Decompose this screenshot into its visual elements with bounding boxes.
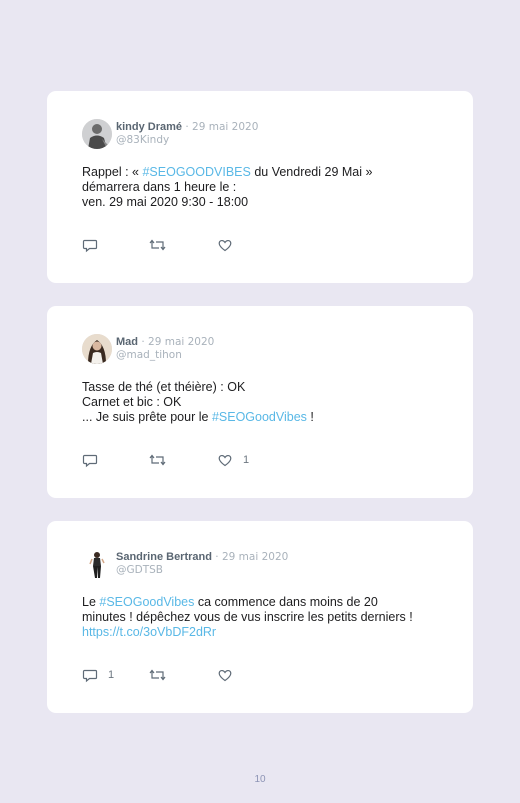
tweet-line: ven. 29 mai 2020 9:30 - 18:00 bbox=[82, 195, 452, 210]
tweet-text-segment: Tasse de thé (et théière) : OK bbox=[82, 380, 246, 394]
reply-button[interactable] bbox=[82, 237, 108, 253]
author-name[interactable]: Sandrine Bertrand bbox=[116, 551, 212, 563]
tweet-line: Tasse de thé (et théière) : OK bbox=[82, 380, 452, 395]
reply-icon bbox=[82, 454, 98, 468]
tweet-text-segment: Carnet et bic : OK bbox=[82, 395, 182, 409]
author-handle[interactable]: @GDTSB bbox=[116, 564, 163, 576]
tweet-card: Mad · 29 mai 2020 @mad_tihon Tasse de th… bbox=[47, 306, 473, 498]
reply-button[interactable]: 1 bbox=[82, 667, 114, 683]
tweet-text-segment: du Vendredi 29 Mai » bbox=[250, 165, 373, 179]
hashtag-link[interactable]: #SEOGOODVIBES bbox=[142, 165, 250, 179]
tweet-text-segment: démarrera dans 1 heure le : bbox=[82, 180, 237, 194]
like-button[interactable]: 1 bbox=[217, 452, 249, 468]
avatar[interactable] bbox=[82, 119, 112, 149]
tweet-text-segment: ven. 29 mai 2020 9:30 - 18:00 bbox=[82, 195, 249, 209]
retweet-button[interactable] bbox=[149, 452, 166, 468]
hashtag-link[interactable]: #SEOGoodVibes bbox=[212, 410, 307, 424]
author-handle[interactable]: @mad_tihon bbox=[116, 349, 182, 361]
like-icon bbox=[218, 454, 232, 467]
author-handle[interactable]: @83Kindy bbox=[116, 134, 169, 146]
author-line: Sandrine Bertrand · 29 mai 2020 bbox=[116, 551, 288, 563]
tweet-line: ... Je suis prête pour le #SEOGoodVibes … bbox=[82, 410, 452, 425]
avatar[interactable] bbox=[82, 549, 112, 579]
reply-icon bbox=[82, 669, 98, 683]
tweet-line: minutes ! dépêchez vous de vus inscrire … bbox=[82, 610, 452, 625]
tweet-date[interactable]: · 29 mai 2020 bbox=[182, 121, 258, 133]
tweet-text-segment: Le bbox=[82, 595, 100, 609]
like-count: 1 bbox=[243, 454, 250, 466]
tweet-text-segment: ! bbox=[306, 410, 314, 424]
hashtag-link[interactable]: #SEOGoodVibes bbox=[99, 595, 194, 609]
like-icon bbox=[218, 669, 232, 682]
retweet-icon bbox=[149, 669, 166, 681]
tweet-link[interactable]: https://t.co/3oVbDF2dRr bbox=[82, 625, 216, 639]
tweet-line: Le #SEOGoodVibes ca commence dans moins … bbox=[82, 595, 452, 610]
tweet-text-segment: ... Je suis prête pour le bbox=[82, 410, 212, 424]
tweet-card: kindy Dramé · 29 mai 2020 @83Kindy Rappe… bbox=[47, 91, 473, 283]
author-line: Mad · 29 mai 2020 bbox=[116, 336, 214, 348]
like-button[interactable] bbox=[217, 667, 243, 683]
tweet-card: Sandrine Bertrand · 29 mai 2020 @GDTSB L… bbox=[47, 521, 473, 713]
tweet-line: démarrera dans 1 heure le : bbox=[82, 180, 452, 195]
tweet-text: Rappel : « #SEOGOODVIBES du Vendredi 29 … bbox=[82, 165, 452, 210]
page-number: 10 bbox=[254, 774, 266, 785]
author-name[interactable]: kindy Dramé bbox=[116, 121, 182, 133]
like-button[interactable] bbox=[217, 237, 243, 253]
author-name[interactable]: Mad bbox=[116, 336, 138, 348]
tweet-text: Tasse de thé (et théière) : OK Carnet et… bbox=[82, 380, 452, 425]
tweet-text-segment: minutes ! dépêchez vous de vus inscrire … bbox=[82, 610, 413, 624]
tweet-line: Rappel : « #SEOGOODVIBES du Vendredi 29 … bbox=[82, 165, 452, 180]
retweet-icon bbox=[149, 239, 166, 251]
like-icon bbox=[218, 239, 232, 252]
tweet-text-segment: ca commence dans moins de 20 bbox=[194, 595, 378, 609]
reply-count: 1 bbox=[108, 669, 115, 681]
retweet-icon bbox=[149, 454, 166, 466]
avatar[interactable] bbox=[82, 334, 112, 364]
tweet-date[interactable]: · 29 mai 2020 bbox=[212, 551, 288, 563]
tweet-text-segment: Rappel : « bbox=[82, 165, 143, 179]
tweet-text: Le #SEOGoodVibes ca commence dans moins … bbox=[82, 595, 452, 640]
retweet-button[interactable] bbox=[149, 237, 166, 253]
tweet-date[interactable]: · 29 mai 2020 bbox=[138, 336, 214, 348]
tweet-line: Carnet et bic : OK bbox=[82, 395, 452, 410]
reply-button[interactable] bbox=[82, 452, 108, 468]
tweet-line: https://t.co/3oVbDF2dRr bbox=[82, 625, 452, 640]
reply-icon bbox=[82, 239, 98, 253]
retweet-button[interactable] bbox=[149, 667, 166, 683]
author-line: kindy Dramé · 29 mai 2020 bbox=[116, 121, 258, 133]
